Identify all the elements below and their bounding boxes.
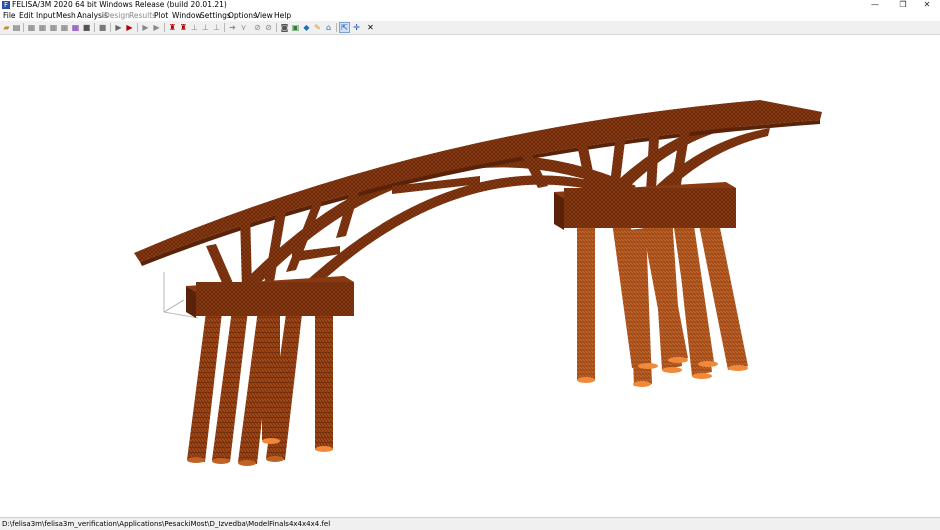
run-red-icon[interactable]: ▶ bbox=[125, 23, 134, 32]
section-alt-icon[interactable]: ⊘ bbox=[264, 23, 273, 32]
menu-help[interactable]: Help bbox=[274, 11, 291, 21]
open-icon[interactable]: ▰ bbox=[2, 23, 11, 32]
menu-input[interactable]: Input bbox=[36, 11, 55, 21]
menu-design[interactable]: Design bbox=[104, 11, 130, 21]
mesh-split-icon[interactable]: ▦ bbox=[49, 23, 58, 32]
toolbar-separator bbox=[224, 23, 225, 32]
step-icon[interactable]: ▶ bbox=[141, 23, 150, 32]
right-piles bbox=[577, 212, 748, 387]
toolbar-separator bbox=[137, 23, 138, 32]
toolbar-separator bbox=[110, 23, 111, 32]
camera-icon[interactable]: ◙ bbox=[280, 23, 289, 32]
app-logo-icon[interactable]: F bbox=[2, 1, 10, 9]
gray-box-icon[interactable]: ■ bbox=[98, 23, 107, 32]
toolbar: ▰ ▤ ▦ ▦ ▦ ▦ ▦ ■ ■ ▶ ▶ ▶ ▶ ♜ ♜ ⊥ ⊥ ⊥ ➜ ⋎ … bbox=[0, 21, 940, 35]
3d-viewport[interactable] bbox=[0, 35, 940, 516]
toolbar-separator bbox=[23, 23, 24, 32]
left-piles bbox=[187, 298, 333, 466]
arrow-icon[interactable]: ➜ bbox=[228, 23, 237, 32]
status-file-path: D:\felisa3m\felisa3m_verification\Applic… bbox=[2, 520, 331, 528]
menu-settings[interactable]: Settings bbox=[200, 11, 231, 21]
restore-icon[interactable]: ❐ bbox=[890, 0, 916, 10]
menu-view[interactable]: View bbox=[255, 11, 273, 21]
load-icon[interactable]: ⊥ bbox=[190, 23, 199, 32]
mesh-color-icon[interactable]: ▦ bbox=[71, 23, 80, 32]
status-bar: D:\felisa3m\felisa3m_verification\Applic… bbox=[0, 517, 940, 530]
toolbar-separator bbox=[336, 23, 337, 32]
mesh-grid-icon[interactable]: ▦ bbox=[27, 23, 36, 32]
axis-icon[interactable]: ✛ bbox=[352, 23, 361, 32]
section-icon[interactable]: ⊘ bbox=[253, 23, 262, 32]
support-red-icon[interactable]: ♜ bbox=[179, 23, 188, 32]
menu-bar: File Edit Input Mesh Analysis Design Res… bbox=[0, 11, 940, 21]
menu-plot[interactable]: Plot bbox=[154, 11, 168, 21]
window-title: FELISA/3M 2020 64 bit Windows Release (b… bbox=[12, 0, 227, 9]
cube-icon[interactable]: ◆ bbox=[302, 23, 311, 32]
run-icon[interactable]: ▶ bbox=[114, 23, 123, 32]
toolbar-separator bbox=[164, 23, 165, 32]
title-bar: F FELISA/3M 2020 64 bit Windows Release … bbox=[0, 0, 940, 10]
load-bar-icon[interactable]: ⊥ bbox=[212, 23, 221, 32]
mesh-fill-icon[interactable]: ■ bbox=[82, 23, 91, 32]
support-icon[interactable]: ♜ bbox=[168, 23, 177, 32]
menu-mesh[interactable]: Mesh bbox=[56, 11, 76, 21]
mesh-edit-icon[interactable]: ▦ bbox=[38, 23, 47, 32]
menu-file[interactable]: File bbox=[3, 11, 16, 21]
brush-icon[interactable]: ✎ bbox=[313, 23, 322, 32]
toolbar-separator bbox=[94, 23, 95, 32]
mesh-merge-icon[interactable]: ▦ bbox=[60, 23, 69, 32]
save-icon[interactable]: ▣ bbox=[291, 23, 300, 32]
select-icon[interactable]: ⇱ bbox=[339, 22, 350, 33]
close-x-icon[interactable]: ✕ bbox=[366, 23, 375, 32]
close-icon[interactable]: ✕ bbox=[914, 0, 940, 10]
house-icon[interactable]: ⌂ bbox=[324, 23, 333, 32]
menu-results[interactable]: Results bbox=[129, 11, 156, 21]
menu-edit[interactable]: Edit bbox=[19, 11, 34, 21]
print-icon[interactable]: ▤ bbox=[12, 23, 21, 32]
menu-window[interactable]: Window bbox=[172, 11, 202, 21]
menu-options[interactable]: Options bbox=[228, 11, 257, 21]
toolbar-separator bbox=[276, 23, 277, 32]
spring-icon[interactable]: ⋎ bbox=[239, 23, 248, 32]
step-next-icon[interactable]: ▶ bbox=[152, 23, 161, 32]
minimize-icon[interactable]: — bbox=[862, 0, 888, 10]
bridge-model bbox=[134, 100, 822, 466]
load-alt-icon[interactable]: ⊥ bbox=[201, 23, 210, 32]
